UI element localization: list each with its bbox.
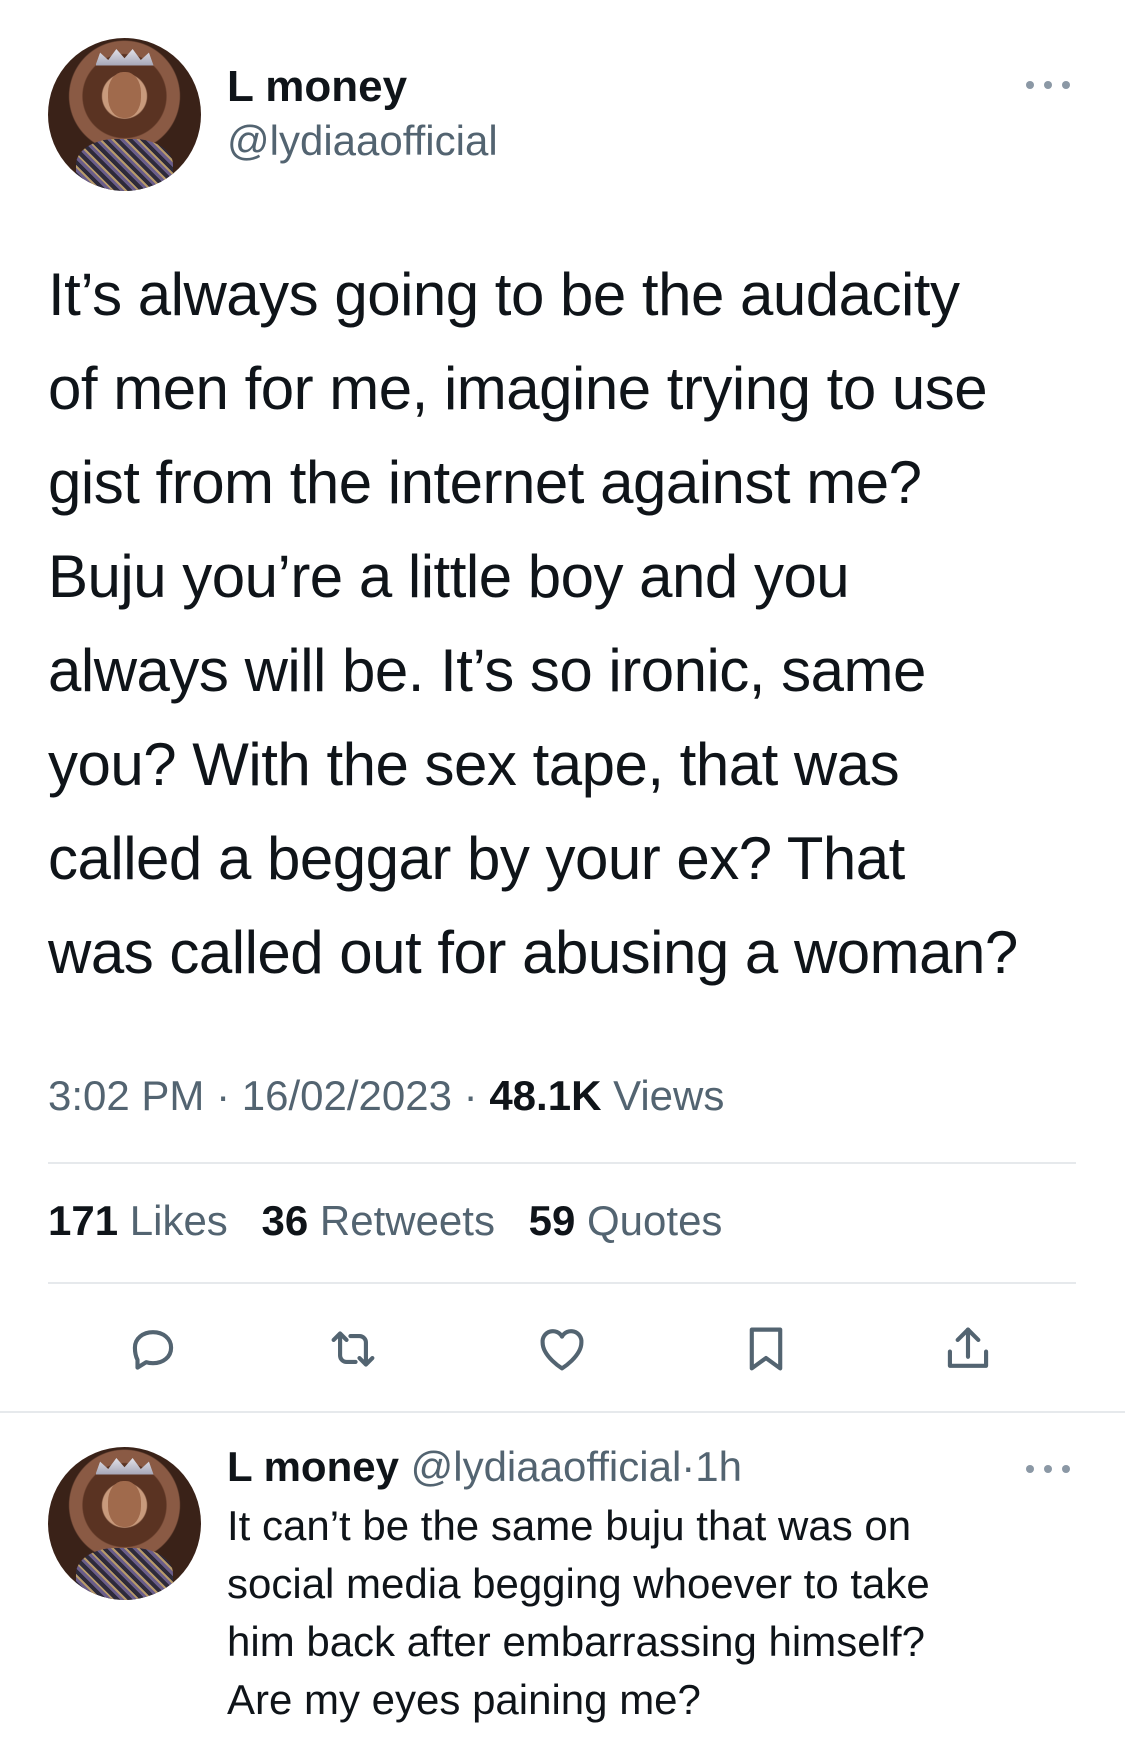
quotes-label: Quotes — [587, 1197, 723, 1244]
heart-icon — [540, 1329, 584, 1371]
tweet-text: It’s always going to be the audacity of … — [48, 261, 1018, 986]
reply-header: L money @lydiaaofficial·1h — [227, 1443, 742, 1491]
reply-author-name[interactable]: L money — [227, 1443, 399, 1490]
retweets-label: Retweets — [319, 1197, 495, 1244]
like-button[interactable] — [527, 1314, 597, 1384]
tweet-meta: 3:02 PM · 16/02/2023 · 48.1K Views — [48, 1072, 724, 1120]
meta-separator: · — [216, 1072, 231, 1119]
crown-icon — [95, 49, 154, 66]
likes-label: Likes — [129, 1197, 228, 1244]
share-icon — [947, 1327, 989, 1368]
tweet-stats: 171 Likes 36 Retweets 59 Quotes — [48, 1197, 744, 1245]
retweets-stat[interactable]: 36 Retweets — [261, 1197, 494, 1244]
quotes-count: 59 — [528, 1197, 576, 1244]
avatar-dress — [75, 138, 174, 191]
meta-separator: · — [463, 1072, 478, 1119]
reply-time[interactable]: 1h — [695, 1443, 742, 1490]
reply-author-handle[interactable]: @lydiaaofficial — [411, 1443, 682, 1490]
reply-button[interactable] — [118, 1314, 188, 1384]
views-count[interactable]: 48.1K — [489, 1072, 601, 1119]
views-label[interactable]: Views — [613, 1072, 724, 1119]
retweet-button[interactable] — [318, 1314, 388, 1384]
divider — [48, 1162, 1076, 1164]
reply-text: It can’t be the same buju that was on so… — [227, 1502, 930, 1723]
avatar-dress — [75, 1547, 174, 1600]
author-avatar[interactable] — [48, 38, 201, 191]
author-name[interactable]: L money — [227, 62, 407, 112]
divider — [48, 1282, 1076, 1284]
author-handle[interactable]: @lydiaaofficial — [227, 117, 498, 165]
divider — [0, 1411, 1125, 1413]
reply-icon — [132, 1330, 174, 1370]
share-button[interactable] — [933, 1314, 1003, 1384]
quotes-stat[interactable]: 59 Quotes — [529, 1197, 723, 1244]
bookmark-button[interactable] — [731, 1314, 801, 1384]
retweet-icon — [331, 1331, 375, 1367]
retweets-count: 36 — [261, 1197, 309, 1244]
tweet-time: 3:02 PM — [48, 1072, 205, 1119]
reply-author-avatar[interactable] — [48, 1447, 201, 1600]
reply-separator: · — [681, 1443, 696, 1490]
likes-count: 171 — [48, 1197, 119, 1244]
avatar-face — [107, 1480, 142, 1527]
likes-stat[interactable]: 171 Likes — [48, 1197, 228, 1244]
avatar-face — [107, 71, 142, 118]
more-options-icon[interactable] — [1026, 78, 1070, 92]
tweet-date: 16/02/2023 — [241, 1072, 452, 1119]
reply-more-options-icon[interactable] — [1026, 1462, 1070, 1476]
bookmark-icon — [749, 1327, 783, 1371]
crown-icon — [95, 1458, 154, 1475]
